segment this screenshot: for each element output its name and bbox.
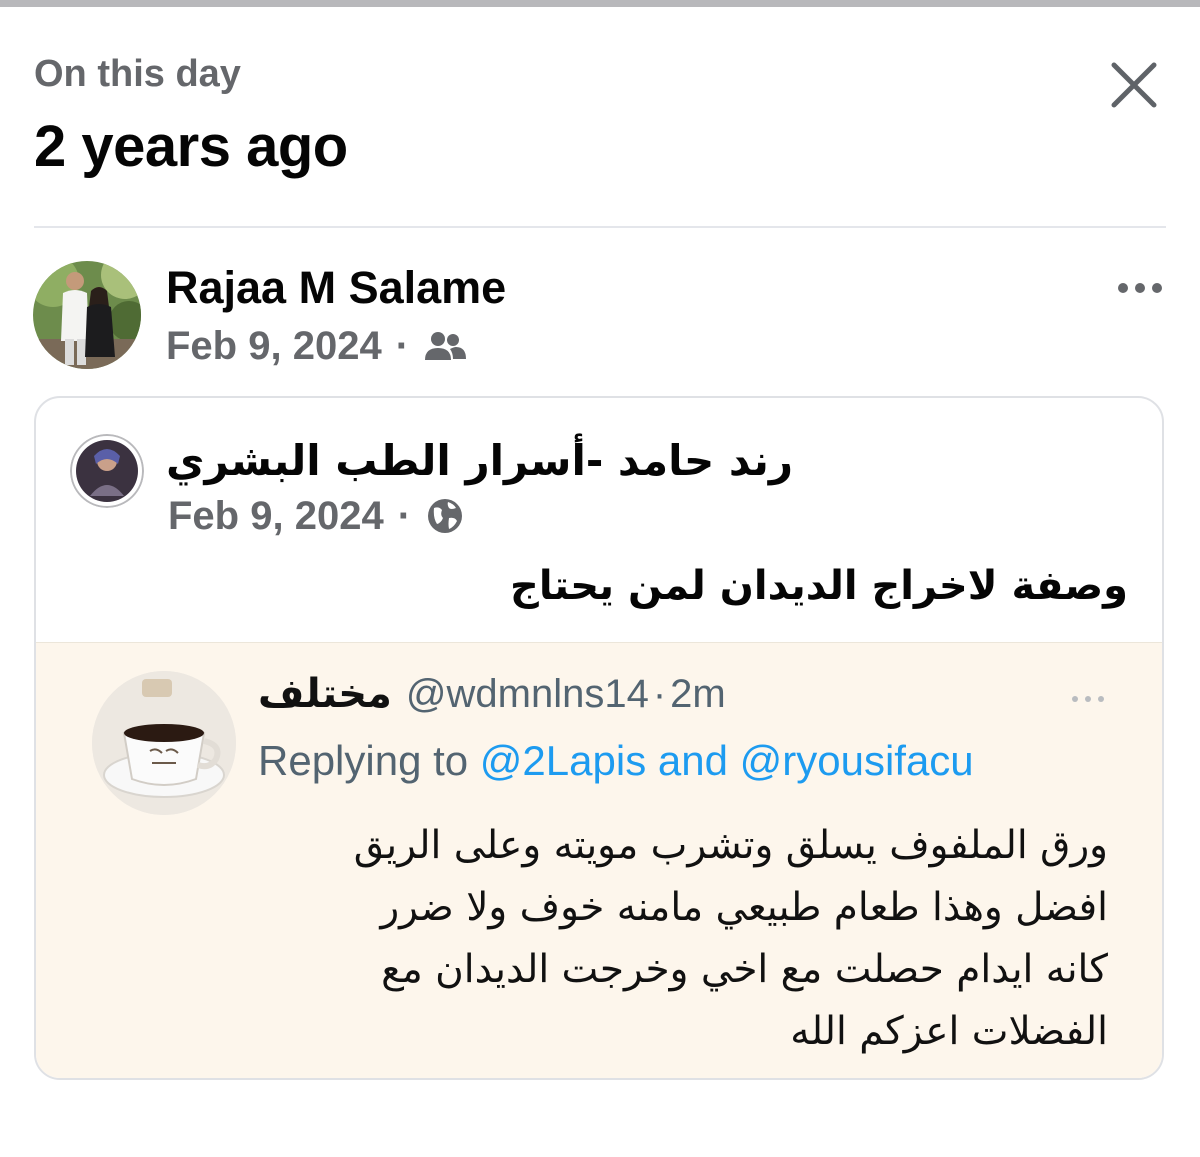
tweet-body-line: افضل وهذا طعام طبيعي مامنه خوف ولا ضرر <box>380 885 1108 930</box>
globe-icon[interactable] <box>425 496 465 536</box>
memory-title: 2 years ago <box>34 114 348 179</box>
meta-separator: · <box>395 323 410 368</box>
tweet-author-avatar <box>92 671 236 815</box>
more-horizontal-icon <box>1118 283 1162 293</box>
tweet-header: مختلف @wdmnlns14 · 2m <box>258 671 726 717</box>
tweet-display-name: مختلف <box>258 671 392 717</box>
tweet-screenshot: مختلف @wdmnlns14 · 2m Replying to @2Lapi… <box>36 642 1162 1078</box>
shared-page-name[interactable]: رند حامد -أسرار الطب البشري <box>166 434 856 488</box>
friends-icon[interactable] <box>423 329 467 363</box>
tweet-body-line: ورق الملفوف يسلق وتشرب مويته وعلى الريق <box>353 823 1108 868</box>
post-author-name[interactable]: Rajaa M Salame <box>166 260 506 316</box>
shared-meta-separator: · <box>397 493 412 538</box>
header-divider <box>34 226 1166 228</box>
memories-kicker: On this day <box>34 53 241 95</box>
top-border <box>0 0 1200 7</box>
shared-page-avatar[interactable] <box>70 434 144 508</box>
post-options-button[interactable] <box>1116 280 1164 296</box>
tweet-body-line: الفضلات اعزكم الله <box>790 1009 1108 1054</box>
tweet-separator: · <box>652 672 667 716</box>
post-date[interactable]: Feb 9, 2024 <box>166 324 382 369</box>
close-button[interactable] <box>1104 55 1164 115</box>
shared-post-text: وصفة لاخراج الديدان لمن يحتاج <box>510 563 1128 609</box>
shared-post-card[interactable]: رند حامد -أسرار الطب البشري Feb 9, 2024 … <box>34 396 1164 1080</box>
author-avatar[interactable] <box>33 261 141 369</box>
tweet-replying-to: Replying to @2Lapis and @ryousifacu <box>258 733 974 789</box>
tweet-body: ورق الملفوف يسلق وتشرب مويته وعلى الريق … <box>248 815 1108 1063</box>
post-meta: Feb 9, 2024 · <box>166 320 467 372</box>
replying-mentions: @2Lapis and @ryousifacu <box>479 737 974 784</box>
tweet-body-line: كانه ايدام حصلت مع اخي وخرجت الديدان مع <box>381 947 1108 992</box>
close-icon <box>1111 62 1157 108</box>
tweet-handle: @wdmnlns14 <box>405 672 649 716</box>
replying-label: Replying to <box>258 737 469 784</box>
shared-post-meta: Feb 9, 2024 · <box>168 490 465 542</box>
tweet-more-icon <box>1070 691 1106 702</box>
tweet-time: 2m <box>670 672 726 716</box>
shared-post-date[interactable]: Feb 9, 2024 <box>168 494 384 539</box>
